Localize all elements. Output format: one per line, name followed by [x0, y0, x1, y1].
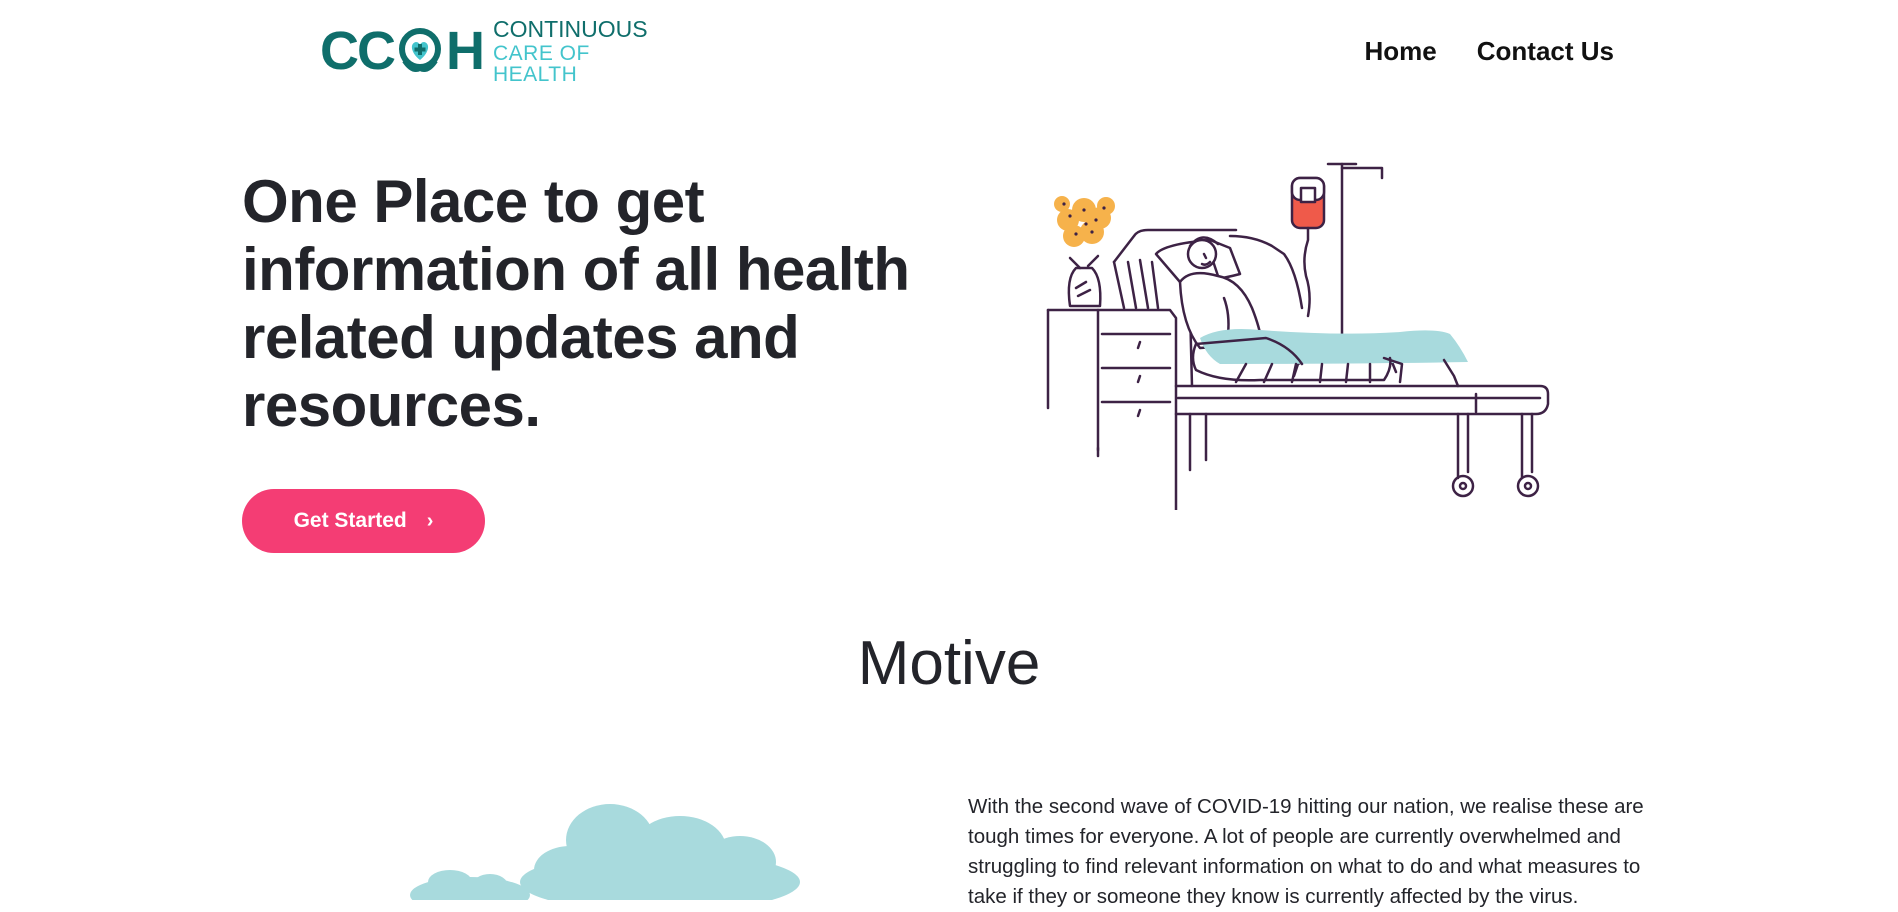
main-nav: Home Contact Us [1365, 36, 1615, 67]
logo-mark-right: H [446, 21, 485, 81]
get-started-button[interactable]: Get Started › [242, 489, 485, 553]
site-header: CC H CONTINUOUS CARE OF HEALTH Home Cont… [0, 0, 1898, 105]
logo-word-top: CONTINUOUS [493, 15, 648, 42]
logo-word-bottom: CARE OF HEALTH [493, 41, 590, 86]
site-logo[interactable]: CC H CONTINUOUS CARE OF HEALTH [320, 17, 648, 85]
hero-title: One Place to get information of all heal… [242, 168, 910, 439]
nav-contact-us-link[interactable]: Contact Us [1477, 36, 1614, 67]
nav-home-link[interactable]: Home [1365, 36, 1437, 67]
motive-cloud-illustration [410, 804, 800, 900]
logo-mark: CC H [320, 21, 485, 81]
chevron-right-icon: › [426, 509, 434, 532]
heart-cross-hands-icon [399, 28, 441, 72]
motive-section-title: Motive [857, 629, 1041, 698]
logo-wordmark: CONTINUOUS CARE OF HEALTH [493, 15, 648, 86]
logo-mark-left: CC [320, 21, 396, 81]
motive-paragraph: With the second wave of COVID-19 hitting… [968, 795, 1644, 908]
patient-hospital-bed-illustration [1046, 162, 1550, 510]
get-started-label: Get Started [293, 509, 407, 532]
